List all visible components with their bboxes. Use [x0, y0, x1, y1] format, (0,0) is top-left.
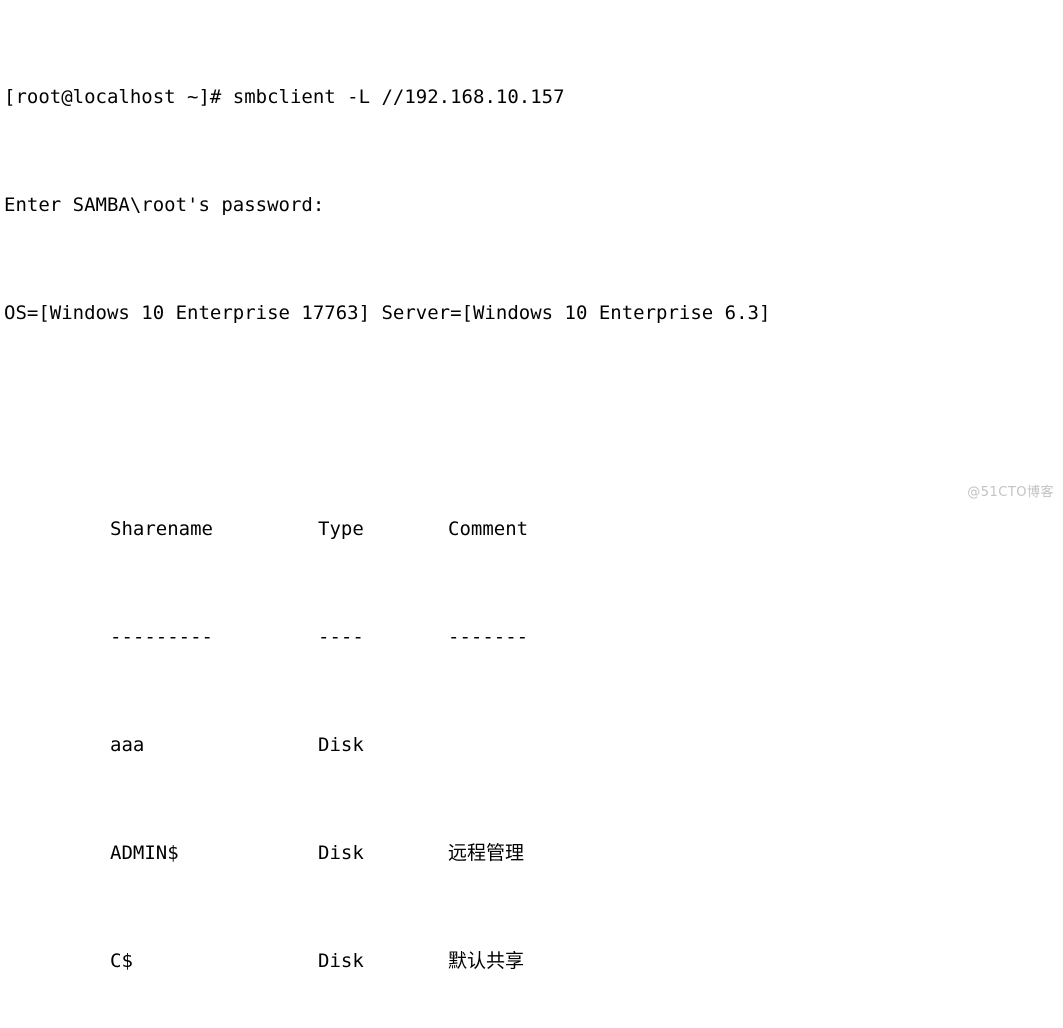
share-table-rule: --------- ---- ------- [4, 624, 1063, 651]
share-type: Disk [318, 950, 364, 972]
table-row: ADMIN$ Disk 远程管理 [4, 840, 1063, 867]
table-row: aaa Disk [4, 732, 1063, 759]
password-prompt-line: Enter SAMBA\root's password: [4, 194, 325, 216]
share-name: aaa [110, 734, 145, 756]
rule-type: ---- [318, 626, 364, 648]
share-type: Disk [318, 734, 364, 756]
terminal-output[interactable]: [root@localhost ~]# smbclient -L //192.1… [0, 0, 1063, 972]
shell-prompt: [root@localhost ~]# [4, 86, 233, 108]
rule-sharename: --------- [110, 626, 213, 648]
share-comment: 远程管理 [448, 842, 525, 864]
header-sharename: Sharename [110, 518, 213, 540]
rule-comment: ------- [448, 626, 529, 648]
share-type: Disk [318, 842, 364, 864]
site-watermark: @51CTO博客 [967, 485, 1054, 500]
share-name: C$ [110, 950, 133, 972]
header-type: Type [318, 518, 364, 540]
table-row: C$ Disk 默认共享 [4, 948, 1063, 975]
command-line: [root@localhost ~]# smbclient -L //192.1… [4, 84, 1063, 111]
share-table-header: Sharename Type Comment [4, 516, 1063, 543]
header-comment: Comment [448, 518, 529, 540]
command-text: smbclient -L //192.168.10.157 [232, 86, 565, 108]
os-server-line: OS=[Windows 10 Enterprise 17763] Server=… [4, 302, 771, 324]
share-comment: 默认共享 [448, 950, 525, 972]
share-name: ADMIN$ [110, 842, 179, 864]
